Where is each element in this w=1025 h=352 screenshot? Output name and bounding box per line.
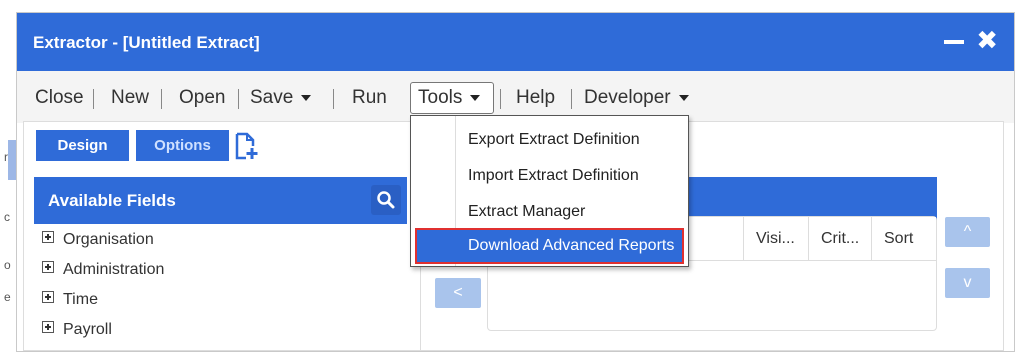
tree-item-label: Time [63, 291, 98, 308]
menu-help[interactable]: Help [516, 86, 555, 110]
available-fields-list: Organisation Administration Time Payroll [34, 224, 421, 351]
search-button[interactable] [371, 185, 401, 215]
plus-box-icon[interactable] [42, 261, 54, 273]
search-icon [377, 191, 395, 209]
menu-run[interactable]: Run [352, 86, 387, 110]
menu-save[interactable]: Save [250, 86, 312, 110]
tools-dropdown-menu: Export Extract Definition Import Extract… [410, 115, 689, 267]
menu-separator [500, 89, 501, 109]
menu-tools-label: Tools [418, 87, 463, 108]
menu-item-export-definition[interactable]: Export Extract Definition [411, 122, 688, 158]
column-criteria[interactable]: Crit... [808, 217, 871, 260]
menu-separator [571, 89, 572, 109]
column-visible[interactable]: Visi... [743, 217, 808, 260]
menu-developer[interactable]: Developer [584, 86, 689, 110]
menu-item-extract-manager[interactable]: Extract Manager [411, 194, 688, 230]
menu-new[interactable]: New [111, 86, 149, 110]
caret-down-icon [301, 94, 312, 101]
available-fields-title: Available Fields [48, 191, 176, 210]
tree-item-time[interactable]: Time [42, 290, 98, 310]
column-sort[interactable]: Sort [871, 217, 937, 260]
title-bar: Extractor - [Untitled Extract] ✖ [17, 13, 1014, 71]
tree-item-label: Administration [63, 261, 165, 278]
menu-separator [238, 89, 239, 109]
menu-close[interactable]: Close [35, 86, 84, 110]
available-fields-header: Available Fields [34, 177, 407, 224]
move-up-button[interactable]: ^ [945, 217, 990, 247]
add-page-icon[interactable] [234, 132, 258, 160]
tree-item-administration[interactable]: Administration [42, 260, 164, 280]
minimize-icon[interactable] [944, 31, 966, 51]
tree-item-label: Organisation [63, 231, 154, 248]
background-strip [8, 140, 16, 180]
caret-down-icon [678, 94, 689, 101]
caret-down-icon [470, 94, 481, 101]
tab-options[interactable]: Options [136, 130, 229, 161]
tab-design[interactable]: Design [36, 130, 129, 161]
plus-box-icon[interactable] [42, 291, 54, 303]
move-down-button[interactable]: v [945, 268, 990, 298]
close-icon[interactable]: ✖ [976, 27, 998, 53]
menu-tools[interactable]: Tools [418, 86, 481, 110]
menu-developer-label: Developer [584, 87, 671, 108]
menu-item-import-definition[interactable]: Import Extract Definition [411, 158, 688, 194]
menu-separator [333, 89, 334, 109]
tree-item-label: Payroll [63, 321, 112, 338]
menu-separator [93, 89, 94, 109]
window-title: Extractor - [Untitled Extract] [33, 33, 260, 52]
plus-box-icon[interactable] [42, 231, 54, 243]
menu-item-download-advanced-reports[interactable]: Download Advanced Reports [415, 228, 684, 264]
menu-save-label: Save [250, 87, 294, 108]
background-glyph: o [4, 258, 11, 272]
menu-separator [161, 89, 162, 109]
background-glyph: r [4, 150, 8, 164]
background-app-edge: r c o e [0, 0, 16, 348]
tree-item-organisation[interactable]: Organisation [42, 230, 154, 250]
background-glyph: c [4, 210, 10, 224]
tree-item-payroll[interactable]: Payroll [42, 320, 112, 340]
background-glyph: e [4, 290, 11, 304]
plus-box-icon[interactable] [42, 321, 54, 333]
menu-open[interactable]: Open [179, 86, 225, 110]
move-left-button[interactable]: < [435, 278, 481, 308]
